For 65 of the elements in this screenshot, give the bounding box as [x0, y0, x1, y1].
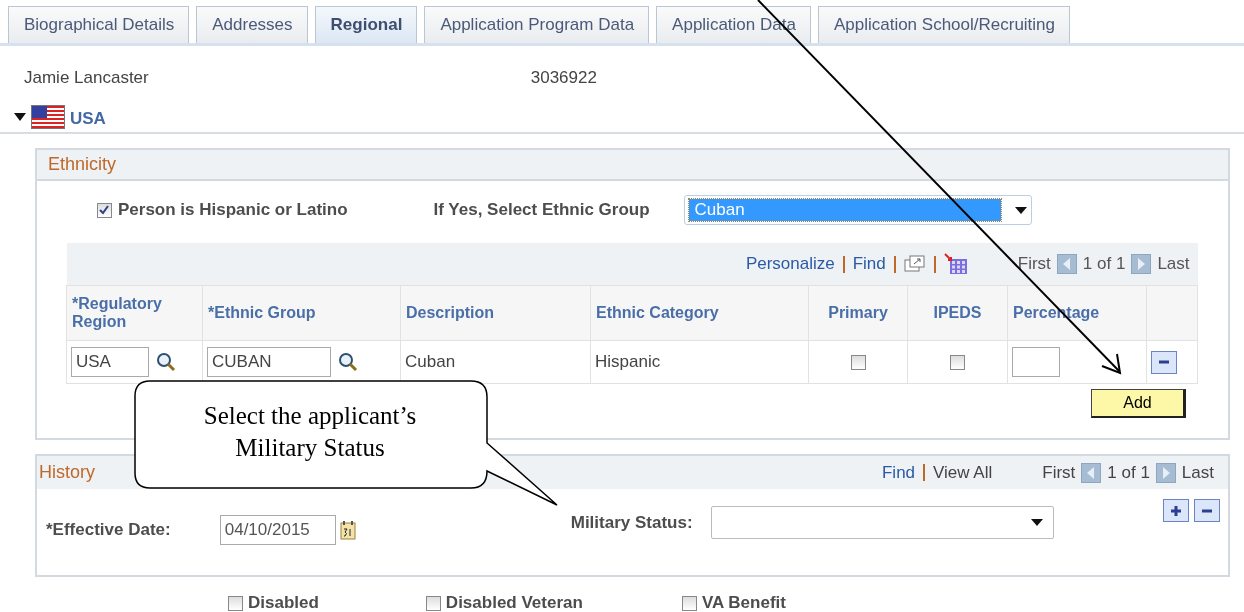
last-label: Last	[1181, 462, 1214, 483]
view-all-link[interactable]: View All	[933, 462, 993, 483]
region-field[interactable]: USA	[71, 347, 149, 377]
dropdown-caret-icon	[1030, 519, 1043, 526]
plus-icon	[1169, 503, 1183, 518]
ethnic-group-field[interactable]: CUBAN	[207, 347, 331, 377]
percentage-field[interactable]	[1012, 347, 1060, 377]
column-header: *Ethnic Group	[202, 285, 401, 341]
previous-icon[interactable]	[1056, 254, 1077, 274]
column-header: Description	[400, 285, 591, 341]
add-button[interactable]: Add	[1091, 389, 1186, 418]
tab[interactable]: Biographical Details	[8, 6, 190, 43]
date-field[interactable]: 04/10/2015	[219, 515, 336, 545]
delete-row-button[interactable]	[1151, 350, 1177, 374]
column-header: Primary	[808, 285, 908, 341]
checkbox[interactable]	[850, 355, 866, 370]
section-title: History	[39, 462, 95, 483]
next-icon[interactable]	[1131, 254, 1152, 274]
region-label: USA	[70, 109, 106, 129]
calendar-icon[interactable]	[339, 520, 356, 540]
add-row-button[interactable]	[1163, 499, 1189, 522]
field-label: If Yes, Select Ethnic Group	[433, 200, 650, 220]
checkbox-label: Disabled	[248, 593, 319, 612]
column-header: Ethnic Category	[590, 285, 809, 341]
spreadsheet-icon[interactable]	[943, 253, 968, 275]
table-cell: Hispanic	[590, 340, 809, 384]
checkbox-label: Person is Hispanic or Latino	[118, 200, 348, 220]
search-icon[interactable]	[155, 351, 177, 373]
row-count: 1 of 1	[1082, 254, 1126, 274]
collapse-icon[interactable]	[14, 111, 26, 122]
tab[interactable]: Regional	[314, 6, 418, 43]
first-label: First	[1042, 462, 1076, 483]
military-status-dropdown[interactable]	[710, 506, 1054, 539]
previous-icon[interactable]	[1081, 462, 1102, 483]
column-header: *Regulatory Region	[66, 285, 203, 341]
last-label: Last	[1157, 254, 1190, 274]
flag-icon	[31, 104, 65, 129]
checkbox[interactable]	[425, 595, 441, 611]
delete-row-button[interactable]	[1194, 499, 1220, 522]
tab[interactable]: Application Program Data	[424, 6, 650, 43]
tab[interactable]: Application School/Recruiting	[817, 6, 1071, 43]
find-link[interactable]: Find	[881, 462, 916, 483]
popup-window-icon[interactable]	[903, 255, 926, 273]
checkbox[interactable]	[228, 595, 243, 611]
dropdown-caret-icon	[1014, 206, 1027, 214]
section-title: Ethnicity	[48, 154, 117, 175]
search-icon[interactable]	[337, 351, 359, 373]
dropdown-value: Cuban	[688, 199, 1001, 221]
first-label: First	[1017, 254, 1051, 274]
checkbox[interactable]	[950, 355, 965, 370]
find-link[interactable]: Find	[852, 254, 886, 274]
field-label: *Effective Date:	[46, 520, 171, 540]
tab[interactable]: Addresses	[196, 6, 308, 43]
checkbox-label: Disabled Veteran	[445, 593, 583, 612]
checkbox[interactable]	[97, 202, 112, 218]
callout-text: Select the applicant’s Military Status	[202, 401, 418, 463]
next-icon[interactable]	[1155, 462, 1176, 483]
person-id: 3036922	[530, 68, 597, 89]
field-label: Military Status:	[570, 512, 693, 533]
checkbox[interactable]	[681, 595, 697, 611]
checkbox-label: VA Benefit	[701, 593, 786, 612]
row-count: 1 of 1	[1107, 462, 1150, 483]
person-name: Jamie Lancaster	[24, 68, 149, 89]
personalize-link[interactable]: Personalize	[745, 254, 835, 274]
column-header: IPEDS	[907, 285, 1008, 341]
